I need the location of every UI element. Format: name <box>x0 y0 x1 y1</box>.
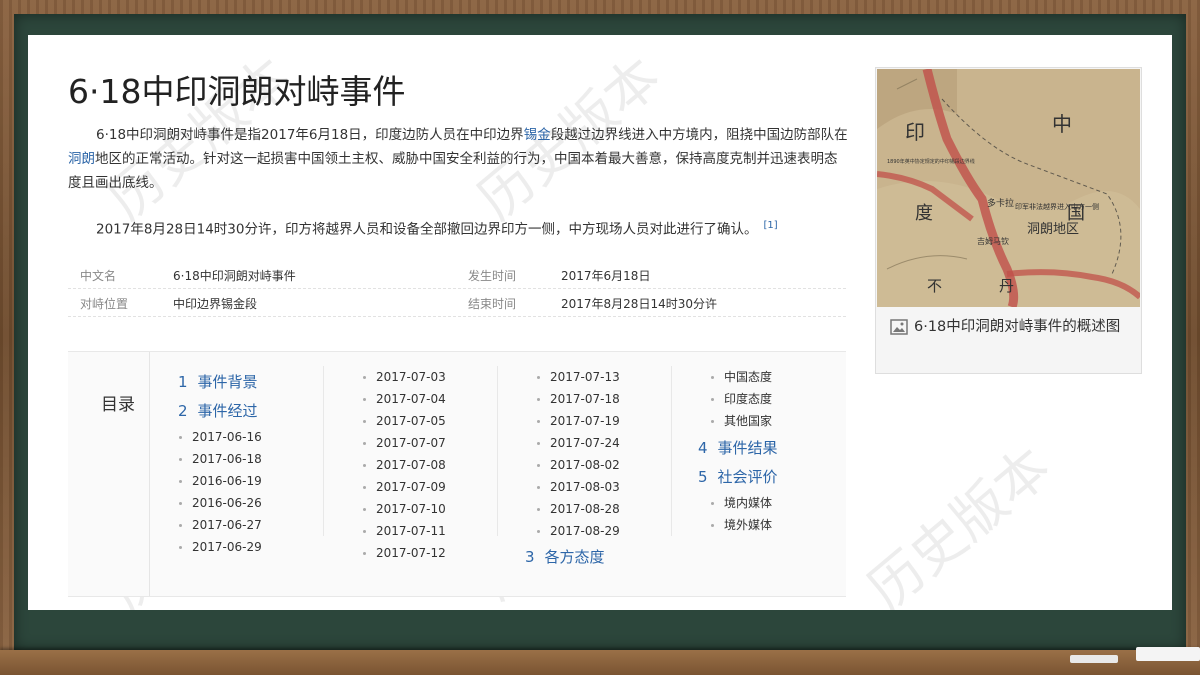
map-image[interactable]: 印 中 度 国 不 丹 洞朗地区 多卡拉 印军非法越界进入中方一侧 吉姆马钦 1… <box>877 69 1140 307</box>
toc-subitem[interactable]: 中国态度 <box>710 366 772 388</box>
toc-subitem[interactable]: 2017-07-10 <box>362 498 446 520</box>
toc-subitem[interactable]: 2017-07-03 <box>362 366 446 388</box>
map-label: 度 <box>915 203 933 224</box>
toc-subitem[interactable]: 2017-07-19 <box>536 410 620 432</box>
map-label: 吉姆马钦 <box>977 236 1009 246</box>
toc-subitem[interactable]: 2016-06-19 <box>178 470 262 492</box>
toc-subitem[interactable]: 其他国家 <box>710 410 772 432</box>
toc-column-divider <box>323 366 324 536</box>
toc-subitem[interactable]: 2017-08-02 <box>536 454 620 476</box>
page-title: 6·18中印洞朗对峙事件 <box>68 72 406 111</box>
link-xijin[interactable]: 锡金 <box>524 127 551 143</box>
toc-subitem[interactable]: 2017-08-29 <box>536 520 620 542</box>
toc-subitem[interactable]: 2016-06-26 <box>178 492 262 514</box>
map-figure[interactable]: 印 中 度 国 不 丹 洞朗地区 多卡拉 印军非法越界进入中方一侧 吉姆马钦 1… <box>875 67 1142 374</box>
toc-subitem[interactable]: 2017-06-27 <box>178 514 262 536</box>
toc-subitem[interactable]: 2017-06-18 <box>178 448 262 470</box>
toc-column-2: 2017-07-03 2017-07-04 2017-07-05 2017-07… <box>362 366 446 564</box>
toc-subitem[interactable]: 2017-07-24 <box>536 432 620 454</box>
info-box: 中文名 6·18中印洞朗对峙事件 发生时间 2017年6月18日 对峙位置 中印… <box>68 261 846 317</box>
article-page: 历史版本 历史版本 历史版本 历史版本 历史版本 6·18中印洞朗对峙事件 6·… <box>28 35 1172 610</box>
toc-section-1[interactable]: 1 事件背景 <box>178 368 262 397</box>
toc-subitem[interactable]: 2017-07-05 <box>362 410 446 432</box>
map-label: 印军非法越界进入中方一侧 <box>1015 202 1099 211</box>
info-key: 发生时间 <box>468 269 517 283</box>
toc-column-divider <box>671 366 672 536</box>
map-label: 多卡拉 <box>987 197 1014 209</box>
toc-section-3[interactable]: 3 各方态度 <box>525 543 605 572</box>
toc-column-3: 2017-07-13 2017-07-18 2017-07-19 2017-07… <box>536 366 620 542</box>
toc-label: 目录 <box>101 395 135 415</box>
map-label: 丹 <box>999 277 1014 295</box>
info-key: 结束时间 <box>468 297 517 311</box>
toc-subitem[interactable]: 2017-07-07 <box>362 432 446 454</box>
toc-subitem[interactable]: 2017-06-29 <box>178 536 262 558</box>
toc-subitem[interactable]: 2017-07-04 <box>362 388 446 410</box>
info-value: 2017年8月28日14时30分许 <box>561 297 717 311</box>
toc-subitem[interactable]: 2017-06-16 <box>178 426 262 448</box>
toc-subitem[interactable]: 境外媒体 <box>710 514 778 536</box>
eraser <box>1136 647 1200 661</box>
map-label: 洞朗地区 <box>1027 222 1079 237</box>
map-label: 中 <box>1052 112 1072 136</box>
toc-section-2[interactable]: 2 事件经过 <box>178 397 262 426</box>
toc-column-1: 1 事件背景 2 事件经过 2017-06-16 2017-06-18 2016-0… <box>178 368 262 558</box>
map-label: 不 <box>927 277 942 295</box>
toc-divider <box>149 352 150 596</box>
chalk-piece <box>1070 655 1118 663</box>
watermark: 历史版本 <box>856 434 1063 610</box>
info-key: 对峙位置 <box>80 297 129 311</box>
info-row: 中文名 6·18中印洞朗对峙事件 发生时间 2017年6月18日 <box>68 261 846 289</box>
toc-subitem[interactable]: 2017-07-08 <box>362 454 446 476</box>
toc-subitem[interactable]: 2017-07-09 <box>362 476 446 498</box>
toc-subitem[interactable]: 2017-07-12 <box>362 542 446 564</box>
map-label: 1890年英中协定规定的中印锡段边界线 <box>887 158 975 165</box>
chalk-ledge <box>0 650 1200 675</box>
toc-subitem[interactable]: 2017-08-28 <box>536 498 620 520</box>
toc-column-divider <box>497 366 498 536</box>
table-of-contents: 目录 1 事件背景 2 事件经过 2017-06-16 2017-06-18 201… <box>68 351 846 597</box>
toc-section-5[interactable]: 5 社会评价 <box>698 463 778 492</box>
info-row: 对峙位置 中印边界锡金段 结束时间 2017年8月28日14时30分许 <box>68 289 846 317</box>
intro-paragraph-2: 2017年8月28日14时30分许，印方将越界人员和设备全部撤回边界印方一侧，中… <box>96 220 778 238</box>
toc-subitem[interactable]: 2017-07-18 <box>536 388 620 410</box>
toc-subitem[interactable]: 2017-08-03 <box>536 476 620 498</box>
reference-link[interactable]: [1] <box>763 220 777 231</box>
info-value: 2017年6月18日 <box>561 269 651 283</box>
toc-column-4b: 4 事件结果 5 社会评价 境内媒体 境外媒体 <box>698 434 778 536</box>
toc-subitem[interactable]: 境内媒体 <box>710 492 778 514</box>
info-value: 中印边界锡金段 <box>173 297 258 311</box>
toc-subitem[interactable]: 2017-07-13 <box>536 366 620 388</box>
info-value: 6·18中印洞朗对峙事件 <box>173 269 296 283</box>
figure-caption[interactable]: 6·18中印洞朗对峙事件的概述图 <box>890 315 1130 340</box>
toc-subitem[interactable]: 2017-07-11 <box>362 520 446 542</box>
image-icon <box>890 319 908 335</box>
intro-paragraph-1: 6·18中印洞朗对峙事件是指2017年6月18日，印度边防人员在中印边界锡金段越… <box>68 127 848 191</box>
map-label: 印 <box>905 120 925 144</box>
toc-subitem[interactable]: 印度态度 <box>710 388 772 410</box>
link-donglang[interactable]: 洞朗 <box>68 151 95 167</box>
info-key: 中文名 <box>80 269 117 283</box>
toc-section-4[interactable]: 4 事件结果 <box>698 434 778 463</box>
toc-column-4: 中国态度 印度态度 其他国家 <box>710 366 772 432</box>
